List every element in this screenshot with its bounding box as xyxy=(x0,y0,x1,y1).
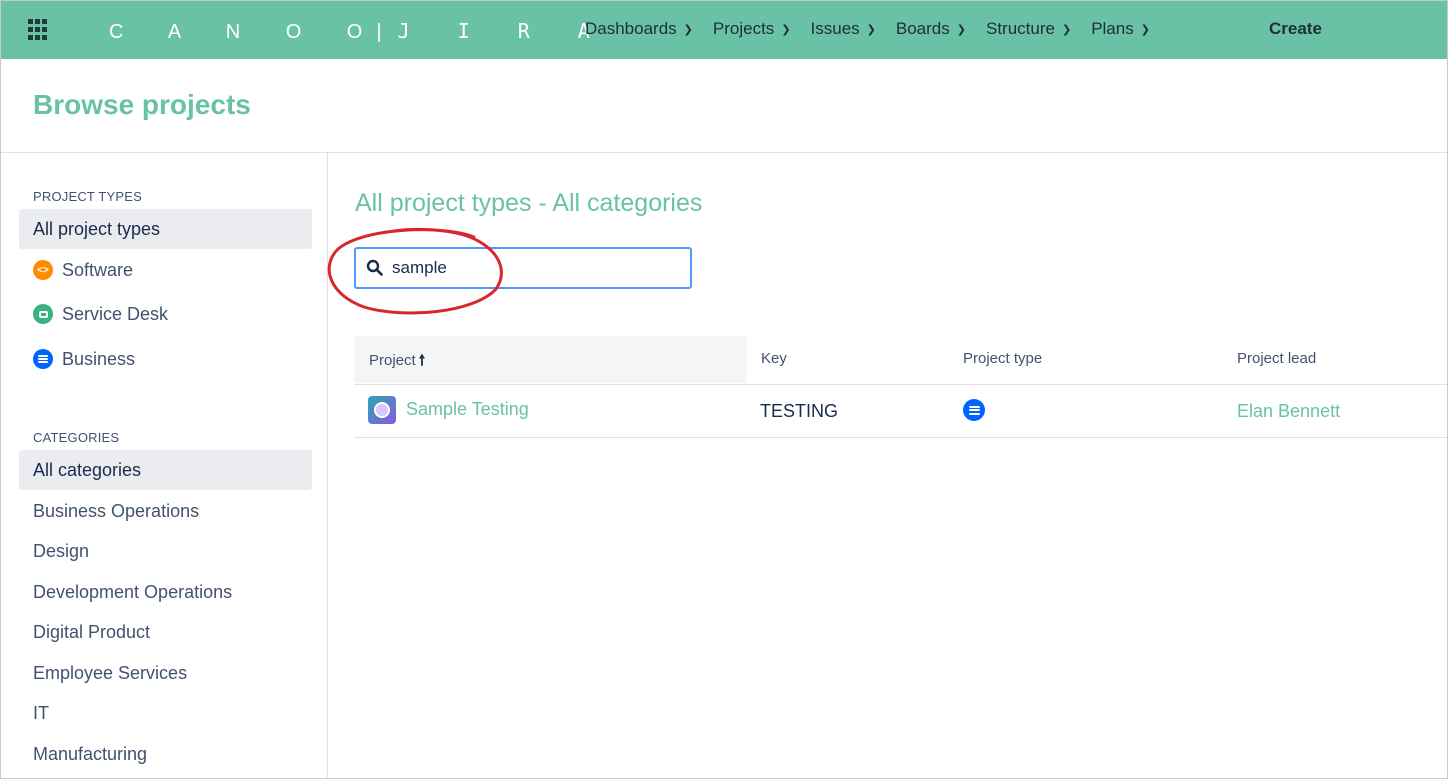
column-label: Project xyxy=(369,352,416,369)
chevron-down-icon: ❯ xyxy=(683,23,693,36)
table-row: Sample Testing TESTING Elan Bennett xyxy=(354,385,1447,438)
sidebar-item-label: All project types xyxy=(33,218,161,239)
chevron-down-icon: ❯ xyxy=(866,23,876,36)
page-title: Browse projects xyxy=(33,89,251,120)
menu-label: Boards xyxy=(895,19,950,38)
logo[interactable]: C A N O O| J I R A xyxy=(109,19,608,43)
menu-structure[interactable]: Structure ❯ xyxy=(986,19,1071,39)
column-header-project[interactable]: Project 🠕 xyxy=(369,350,425,375)
main-menu: Dashboards ❯ Projects ❯ Issues ❯ Boards ❯ St… xyxy=(585,19,1170,39)
filter-title: All project types - All categories xyxy=(355,189,703,217)
browser-frame: C A N O O| J I R A Dashboards ❯ Projects ❯ … xyxy=(0,0,1448,779)
search-input[interactable] xyxy=(392,258,652,278)
app-switcher-icon[interactable] xyxy=(28,19,50,41)
projects-table: Project 🠕 Key Project type Project lead S… xyxy=(354,336,1447,438)
sidebar-item-label: Software xyxy=(62,259,134,280)
table-header: Project 🠕 Key Project type Project lead xyxy=(354,336,1447,385)
menu-label: Plans xyxy=(1091,19,1134,38)
project-key: TESTING xyxy=(760,401,839,421)
menu-plans[interactable]: Plans ❯ xyxy=(1091,19,1150,39)
sidebar-item-it[interactable]: IT xyxy=(19,693,312,733)
project-types-heading: PROJECT TYPES xyxy=(33,189,143,204)
column-header-project-lead[interactable]: Project lead xyxy=(1237,350,1316,367)
sidebar-item-design[interactable]: Design xyxy=(19,531,312,571)
top-navigation: C A N O O| J I R A Dashboards ❯ Projects ❯ … xyxy=(1,1,1447,59)
sidebar-item-all-project-types[interactable]: All project types xyxy=(19,209,312,249)
sidebar-item-label: All categories xyxy=(33,459,142,480)
chevron-down-icon: ❯ xyxy=(956,23,966,36)
chevron-down-icon: ❯ xyxy=(1140,23,1150,36)
menu-label: Dashboards xyxy=(585,19,677,38)
page-header: Browse projects xyxy=(1,59,1447,153)
business-icon xyxy=(963,399,985,421)
main-content: All project types - All categories Proje… xyxy=(328,153,1447,778)
software-icon: <> xyxy=(33,260,53,280)
column-header-key[interactable]: Key xyxy=(761,350,787,367)
chevron-down-icon: ❯ xyxy=(781,23,791,36)
menu-label: Structure xyxy=(985,19,1055,38)
service-desk-icon xyxy=(33,304,53,324)
menu-dashboards[interactable]: Dashboards ❯ xyxy=(585,19,693,39)
column-header-project-type[interactable]: Project type xyxy=(963,350,1042,367)
sidebar-item-service-desk[interactable]: Service Desk xyxy=(19,294,312,334)
sidebar-item-development-operations[interactable]: Development Operations xyxy=(19,572,312,612)
sidebar-item-label: Design xyxy=(33,540,90,561)
project-search[interactable] xyxy=(354,247,692,289)
sidebar-item-label: Employee Services xyxy=(33,662,188,683)
logo-text: C A N O O xyxy=(109,21,383,43)
sidebar-item-label: Service Desk xyxy=(62,303,169,324)
sidebar-item-business[interactable]: Business xyxy=(19,339,312,379)
sort-ascending-icon: 🠕 xyxy=(418,352,426,369)
sidebar-item-label: Development Operations xyxy=(33,581,233,602)
create-button[interactable]: Create xyxy=(1269,19,1322,39)
menu-label: Issues xyxy=(810,19,860,38)
project-lead-link[interactable]: Elan Bennett xyxy=(1237,401,1340,422)
logo-product-name: J I R A xyxy=(397,19,608,43)
categories-heading: CATEGORIES xyxy=(33,430,120,445)
project-name-link[interactable]: Sample Testing xyxy=(406,399,529,420)
menu-projects[interactable]: Projects ❯ xyxy=(713,19,791,39)
business-icon xyxy=(33,349,53,369)
sidebar-item-label: Manufacturing xyxy=(33,743,148,764)
sidebar-item-software[interactable]: <> Software xyxy=(19,250,312,290)
menu-boards[interactable]: Boards ❯ xyxy=(896,19,966,39)
sidebar-item-label: Digital Product xyxy=(33,621,151,642)
project-avatar xyxy=(368,396,396,424)
chevron-down-icon: ❯ xyxy=(1061,23,1072,36)
logo-separator: | xyxy=(376,21,382,43)
sidebar-item-label: IT xyxy=(33,702,49,723)
sidebar-item-employee-services[interactable]: Employee Services xyxy=(19,653,312,693)
menu-issues[interactable]: Issues ❯ xyxy=(811,19,876,39)
menu-label: Projects xyxy=(712,19,775,38)
sidebar-item-digital-product[interactable]: Digital Product xyxy=(19,612,312,652)
sidebar-item-manufacturing[interactable]: Manufacturing xyxy=(19,734,312,774)
sidebar-item-label: Business xyxy=(62,348,136,369)
sidebar: PROJECT TYPES All project types <> Softw… xyxy=(1,153,328,778)
sidebar-item-business-operations[interactable]: Business Operations xyxy=(19,491,312,531)
sidebar-item-all-categories[interactable]: All categories xyxy=(19,450,312,490)
search-icon xyxy=(366,259,383,276)
sidebar-item-label: Business Operations xyxy=(33,500,200,521)
